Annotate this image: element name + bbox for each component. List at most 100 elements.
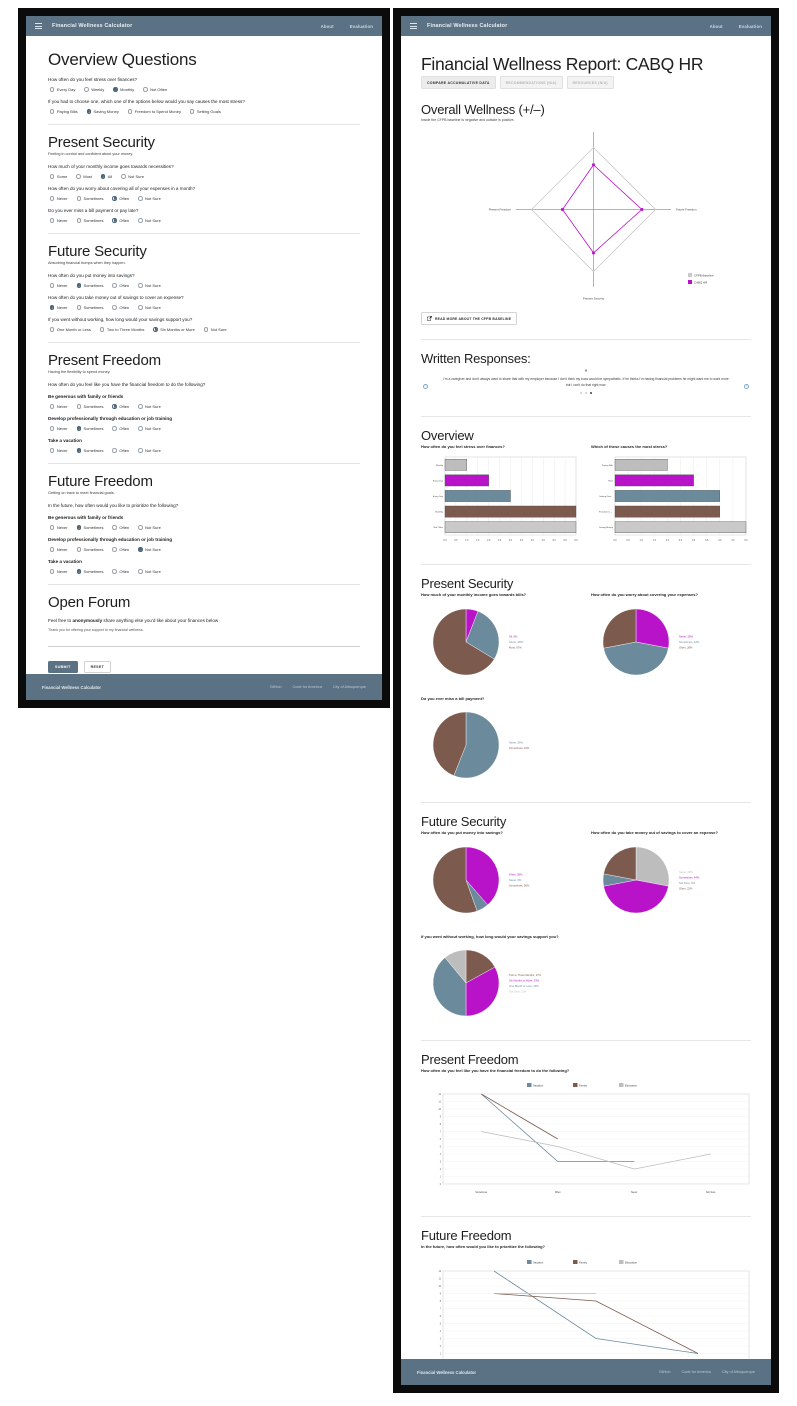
nav-link-evaluation[interactable]: Evaluation (350, 24, 373, 29)
carousel-prev-icon[interactable]: ‹ (423, 383, 428, 389)
radio-option[interactable]: Never (50, 283, 68, 288)
footer-link-city-of-albuquerque[interactable]: City of Albuquerque (722, 1370, 755, 1374)
radio-option[interactable]: Not Sure (138, 525, 161, 530)
radio-option[interactable]: Not Sure (138, 404, 161, 409)
footer-link-code-for-america[interactable]: Code for America (293, 685, 322, 689)
radio-button-icon[interactable] (127, 109, 133, 114)
radio-option[interactable]: Not Sure (203, 327, 227, 332)
carousel-dot[interactable] (589, 392, 592, 394)
footer-link-github[interactable]: GitHub (659, 1370, 671, 1374)
radio-option[interactable]: All (100, 174, 112, 179)
radio-option[interactable]: Two to Three Months (99, 327, 144, 332)
nav-link-about[interactable]: About (710, 24, 723, 29)
radio-option[interactable]: Never (50, 404, 68, 409)
nav-link-about[interactable]: About (321, 24, 334, 29)
radio-option[interactable]: One Month or Less (50, 327, 91, 332)
radio-option[interactable]: Paying Bills (50, 109, 78, 114)
radio-option[interactable]: Often (112, 448, 129, 453)
radio-button-icon[interactable] (50, 305, 55, 310)
radio-button-icon[interactable] (76, 448, 81, 453)
radio-button-icon[interactable] (50, 569, 55, 574)
radio-button-icon[interactable] (138, 305, 143, 310)
radio-button-icon[interactable] (76, 426, 81, 431)
radio-button-icon[interactable] (76, 174, 81, 179)
radio-button-icon[interactable] (143, 87, 148, 92)
radio-button-icon[interactable] (121, 174, 126, 179)
radio-button-icon[interactable] (100, 174, 106, 179)
nav-link-evaluation[interactable]: Evaluation (739, 24, 762, 29)
carousel-dot[interactable] (580, 392, 583, 394)
radio-option[interactable]: Weekly (84, 87, 104, 92)
navbar-brand[interactable]: Financial Wellness Calculator (52, 23, 132, 29)
radio-option[interactable]: Never (50, 426, 68, 431)
radio-button-icon[interactable] (112, 426, 117, 431)
radio-option[interactable]: Never (50, 305, 68, 310)
radio-option[interactable]: Sometimes (76, 547, 103, 552)
radio-button-icon[interactable] (138, 525, 143, 530)
radio-button-icon[interactable] (112, 525, 117, 530)
radio-button-icon[interactable] (112, 218, 117, 223)
radio-option[interactable]: Not Sure (138, 305, 161, 310)
read-more-cfpb-button[interactable]: READ MORE ABOUT THE CFPB BASELINE (421, 312, 518, 325)
hamburger-menu-icon[interactable] (410, 23, 417, 29)
radio-option[interactable]: Sometimes (76, 283, 103, 288)
radio-option[interactable]: Not Sure (138, 448, 161, 453)
radio-button-icon[interactable] (138, 426, 143, 431)
radio-option[interactable]: Monthly (113, 87, 134, 92)
radio-button-icon[interactable] (138, 218, 143, 223)
radio-button-icon[interactable] (50, 426, 55, 431)
radio-option[interactable]: Often (112, 218, 129, 223)
radio-button-icon[interactable] (112, 305, 117, 310)
radio-button-icon[interactable] (153, 327, 158, 332)
hamburger-menu-icon[interactable] (35, 23, 42, 29)
radio-button-icon[interactable] (76, 283, 81, 288)
submit-button[interactable]: SUBMIT (48, 661, 78, 673)
radio-option[interactable]: Not Sure (138, 569, 161, 574)
radio-option[interactable]: Not Sure (138, 218, 161, 223)
radio-button-icon[interactable] (76, 404, 81, 409)
radio-button-icon[interactable] (203, 327, 209, 332)
radio-option[interactable]: Never (50, 448, 68, 453)
radio-option[interactable]: Often (112, 525, 129, 530)
carousel-dot[interactable] (585, 392, 587, 394)
open-forum-textarea[interactable] (48, 633, 360, 647)
radio-option[interactable]: Often (112, 547, 129, 552)
radio-button-icon[interactable] (50, 218, 55, 223)
radio-option[interactable]: Some (50, 174, 67, 179)
radio-option[interactable]: Sometimes (76, 404, 103, 409)
radio-button-icon[interactable] (50, 283, 55, 288)
radio-button-icon[interactable] (76, 218, 81, 223)
radio-button-icon[interactable] (76, 547, 81, 552)
radio-option[interactable]: Sometimes (76, 525, 103, 530)
radio-button-icon[interactable] (189, 109, 195, 114)
radio-button-icon[interactable] (112, 569, 117, 574)
radio-button-icon[interactable] (138, 547, 143, 552)
radio-button-icon[interactable] (50, 174, 55, 179)
radio-option[interactable]: Sometimes (76, 426, 103, 431)
radio-button-icon[interactable] (112, 547, 117, 552)
radio-option[interactable]: Never (50, 196, 68, 201)
radio-button-icon[interactable] (86, 109, 91, 114)
footer-link-github[interactable]: GitHub (270, 685, 282, 689)
radio-option[interactable]: Not Often (143, 87, 167, 92)
footer-link-code-for-america[interactable]: Code for America (682, 1370, 711, 1374)
radio-option[interactable]: Not Sure (138, 196, 161, 201)
radio-option[interactable]: Often (112, 569, 129, 574)
radio-button-icon[interactable] (112, 404, 117, 409)
footer-link-city-of-albuquerque[interactable]: City of Albuquerque (333, 685, 366, 689)
radio-button-icon[interactable] (84, 87, 89, 92)
radio-button-icon[interactable] (50, 109, 55, 114)
radio-button-icon[interactable] (50, 525, 55, 530)
radio-option[interactable]: Sometimes (76, 218, 103, 223)
radio-option[interactable]: Six Months or More (153, 327, 195, 332)
radio-option[interactable]: Often (112, 196, 129, 201)
radio-button-icon[interactable] (50, 547, 55, 552)
radio-button-icon[interactable] (50, 404, 55, 409)
radio-option[interactable]: Often (112, 404, 129, 409)
radio-button-icon[interactable] (50, 327, 55, 332)
radio-button-icon[interactable] (138, 448, 143, 453)
radio-button-icon[interactable] (138, 283, 143, 288)
radio-option[interactable]: Never (50, 547, 68, 552)
radio-button-icon[interactable] (76, 196, 81, 201)
radio-button-icon[interactable] (112, 448, 117, 453)
